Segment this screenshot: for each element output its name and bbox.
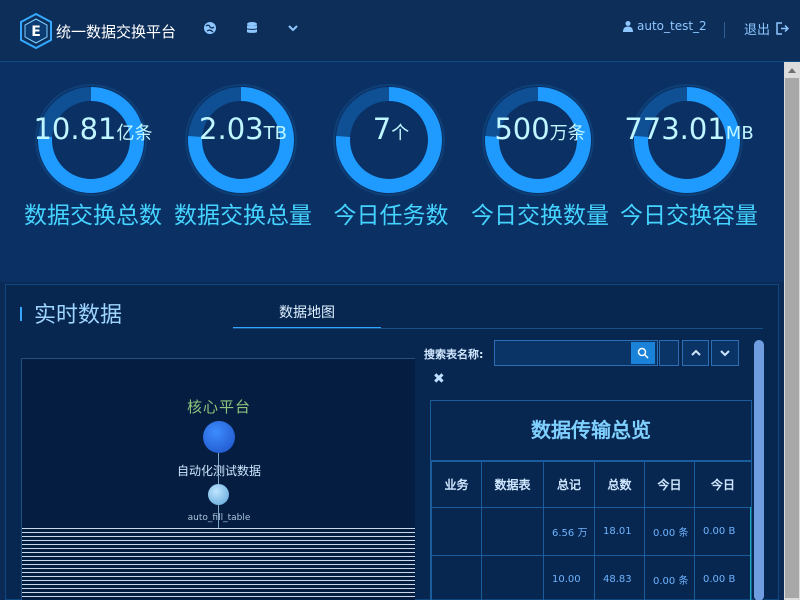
header-divider [724,22,725,38]
table-cell [481,555,544,600]
stats-section: 10.81亿条 数据交换总数 2.03TB 数据交换总量 7个 今日任务数 50… [0,62,784,282]
top-header: E 统一数据交换平台 auto_test_2 退出 [0,0,800,62]
app-logo-icon: E [20,13,52,49]
table-cell: 48.83 [594,555,645,600]
column-header: 数据表 [481,461,544,508]
user-icon [623,21,633,32]
table-cell [431,555,482,600]
page-scrollbar-thumb[interactable] [785,78,799,598]
map-platform-node[interactable] [203,421,235,453]
stat-value: 773.01 [624,112,726,146]
data-map-canvas[interactable]: 核心平台 自动化测试数据 auto_fill_table [21,358,415,600]
stat-label: 数据交换总量 [174,203,312,229]
scroll-up-icon [788,68,796,73]
stat-value: 10.81 [33,112,117,146]
tab-divider [233,328,763,329]
table-row[interactable]: 6.56 万 18.01 0.00 条 0.00 B [431,507,751,556]
table-cell: 6.56 万 [543,507,595,556]
close-icon[interactable]: ✖ [433,371,445,387]
stat-value: 500 [494,112,550,146]
search-icon [637,347,649,359]
stat-unit: MB [725,123,754,144]
table-cell: 18.01 [594,507,645,556]
username: auto_test_2 [637,19,707,33]
app-title: 统一数据交换平台 [56,23,177,41]
title-accent-bar [20,307,22,321]
chevron-down-icon[interactable] [285,20,301,36]
realtime-panel: 实时数据 数据地图 核心平台 自动化测试数据 auto_fill_table 搜… [5,284,779,600]
table-cell: 0.00 B [694,555,751,600]
overview-title: 数据传输总览 [431,401,751,461]
globe-icon[interactable] [202,20,218,36]
logout-label: 退出 [744,23,771,38]
overview-grid: 业务 数据表 总记 总数 今日 今日 6.56 万 18.01 0.00 条 0… [431,461,751,600]
table-cell: 0.00 条 [644,507,695,556]
chevron-down-icon [720,350,730,357]
database-icon[interactable] [244,20,260,36]
table-cell: 0.00 B [694,507,751,556]
map-table-label: auto_fill_table [187,513,251,523]
table-cell: 10.00 [543,555,595,600]
stat-value: 2.03 [199,112,264,146]
chevron-up-icon [690,349,701,356]
next-match-button[interactable] [711,340,739,366]
column-header: 总记 [543,461,595,508]
column-header: 今日 [644,461,695,508]
stat-label: 今日任务数 [333,203,449,229]
column-header: 今日 [694,461,751,508]
stat-label: 今日交换数量 [471,203,609,229]
map-source-node[interactable] [208,484,229,505]
scroll-up-arrow[interactable] [784,62,800,78]
column-header: 业务 [431,461,482,508]
table-row[interactable]: 10.00 48.83 0.00 条 0.00 B [431,555,751,600]
search-box [494,340,658,366]
panel-scrollbar-thumb[interactable] [754,340,764,600]
stat-unit: TB [263,123,287,144]
stat-label: 今日交换容量 [620,203,758,229]
stat-unit: 万条 [549,123,586,144]
logout-icon [776,22,790,35]
map-leaf-lines [22,528,415,600]
stat-unit: 亿条 [116,123,153,144]
stat-value: 7 [372,112,392,146]
prev-match-button[interactable] [682,340,709,366]
logout-button[interactable]: 退出 [744,19,790,38]
transfer-overview-table: 数据传输总览 业务 数据表 总记 总数 今日 今日 6.56 万 18.01 0… [430,400,752,600]
table-cell: 0.00 条 [644,555,695,600]
table-search-input[interactable] [497,343,629,363]
map-source-label: 自动化测试数据 [176,464,261,478]
search-label: 搜索表名称: [424,348,484,361]
svg-text:E: E [31,24,41,40]
stat-unit: 个 [391,123,410,144]
table-cell [431,507,482,556]
clear-filter-button[interactable] [659,340,679,366]
map-platform-label: 核心平台 [186,398,251,416]
tab-data-map[interactable]: 数据地图 [233,301,381,329]
column-header: 总数 [594,461,645,508]
user-menu[interactable]: auto_test_2 [622,19,707,33]
table-cell [481,507,544,556]
search-button[interactable] [631,342,655,364]
panel-title: 实时数据 [34,303,123,328]
stat-label: 数据交换总数 [24,203,162,229]
